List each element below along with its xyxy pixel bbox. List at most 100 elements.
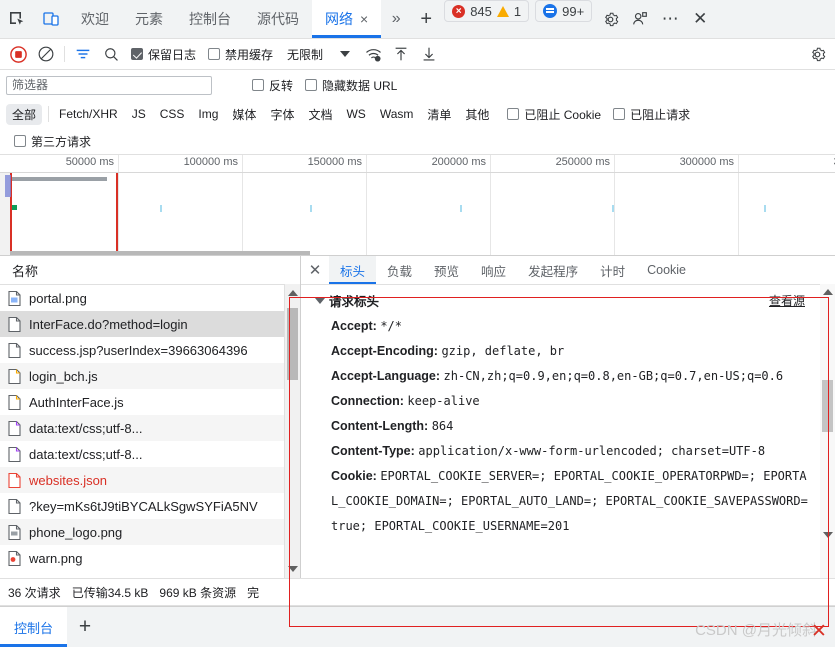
type-filter-img[interactable]: Img	[192, 105, 224, 123]
devtools-tabbar: 欢迎 元素 控制台 源代码 网络 × » + × 845 1 99+ ⋯ ✕	[0, 0, 835, 39]
tab-preview[interactable]: 预览	[423, 256, 470, 284]
type-filter-other[interactable]: 其他	[459, 104, 495, 125]
inspect-element-icon[interactable]	[0, 0, 34, 38]
table-row[interactable]: phone_logo.png	[0, 519, 300, 545]
request-name: InterFace.do?method=login	[29, 316, 188, 332]
tab-welcome[interactable]: 欢迎	[68, 0, 122, 38]
table-row[interactable]: ?key=mKs6tJ9tiBYCALkSgwSYFiA5NV	[0, 493, 300, 519]
request-list-scrollbar[interactable]	[284, 284, 300, 578]
network-overview[interactable]: 50000 ms 100000 ms 150000 ms 200000 ms 2…	[0, 155, 835, 256]
type-filter-media[interactable]: 媒体	[226, 104, 262, 125]
preserve-log-checkbox[interactable]: 保留日志	[125, 46, 202, 63]
tab-headers[interactable]: 标头	[329, 256, 377, 284]
error-icon: ×	[452, 4, 466, 18]
scroll-down-arrow-icon[interactable]	[288, 566, 298, 572]
detail-scrollbar[interactable]	[820, 284, 835, 578]
chevron-down-icon[interactable]	[315, 297, 325, 304]
drawer-tab-console[interactable]: 控制台	[0, 607, 68, 647]
filter-icon[interactable]	[69, 41, 97, 67]
scroll-up-arrow-icon[interactable]	[823, 289, 833, 295]
type-filter-ws[interactable]: WS	[340, 105, 371, 123]
chevron-down-icon[interactable]	[340, 51, 351, 57]
scroll-down-arrow-icon[interactable]	[823, 532, 833, 538]
type-filter-font[interactable]: 字体	[264, 104, 300, 125]
request-headers-section[interactable]: 请求标头 查看源	[315, 291, 809, 310]
customize-devtools-icon[interactable]	[625, 0, 655, 38]
header-key: Accept-Language:	[331, 369, 441, 383]
header-key: Accept-Encoding:	[331, 344, 438, 358]
device-toolbar-icon[interactable]	[34, 0, 68, 38]
filter-input[interactable]	[6, 75, 212, 95]
close-detail-icon[interactable]: ✕	[301, 256, 329, 284]
overview-scrollbar[interactable]	[10, 251, 310, 255]
more-tabs-button[interactable]: »	[381, 0, 411, 38]
blocked-cookies-checkbox[interactable]: 已阻止 Cookie	[497, 106, 607, 123]
finish-time: 完	[247, 585, 260, 600]
type-filter-fetch-xhr[interactable]: Fetch/XHR	[53, 105, 124, 123]
request-name: warn.png	[29, 550, 83, 566]
request-name: websites.json	[29, 472, 108, 488]
search-icon[interactable]	[97, 41, 125, 67]
tab-response[interactable]: 响应	[470, 256, 517, 284]
request-list[interactable]: portal.png InterFace.do?method=login suc…	[0, 285, 300, 578]
third-party-checkbox[interactable]: 第三方请求	[6, 133, 97, 150]
more-options-icon[interactable]: ⋯	[655, 0, 685, 38]
messages-badge[interactable]: 99+	[535, 0, 593, 22]
header-value: gzip, deflate, br	[441, 344, 565, 358]
disable-cache-checkbox[interactable]: 禁用缓存	[202, 46, 279, 63]
table-row[interactable]: data:text/css;utf-8...	[0, 415, 300, 441]
gear-icon[interactable]	[595, 0, 625, 38]
tab-initiator[interactable]: 发起程序	[517, 256, 589, 284]
type-filter-js[interactable]: JS	[126, 105, 152, 123]
tab-sources[interactable]: 源代码	[244, 0, 312, 38]
import-har-icon[interactable]	[387, 41, 415, 67]
network-settings-gear-icon[interactable]	[803, 41, 831, 67]
table-row[interactable]: InterFace.do?method=login	[0, 311, 300, 337]
table-row[interactable]: AuthInterFace.js	[0, 389, 300, 415]
wifi-settings-icon[interactable]	[359, 41, 387, 67]
script-file-icon	[6, 368, 23, 385]
table-row[interactable]: websites.json	[0, 467, 300, 493]
blocked-requests-checkbox[interactable]: 已阻止请求	[607, 106, 696, 123]
table-row[interactable]: portal.png	[0, 285, 300, 311]
request-name: phone_logo.png	[29, 524, 123, 540]
tab-console[interactable]: 控制台	[176, 0, 244, 38]
clear-network-log-icon[interactable]	[32, 41, 60, 67]
hide-data-urls-checkbox[interactable]: 隐藏数据 URL	[299, 77, 403, 94]
type-filter-manifest[interactable]: 清单	[421, 104, 457, 125]
tab-elements[interactable]: 元素	[122, 0, 176, 38]
drawer-add-tab-button[interactable]: +	[67, 607, 103, 647]
tab-timing[interactable]: 计时	[589, 256, 636, 284]
issues-badge[interactable]: × 845 1	[444, 0, 530, 22]
watermark-close-icon[interactable]: ✕	[809, 622, 829, 642]
headers-content: 请求标头 查看源 Accept: */* Accept-Encoding: gz…	[301, 285, 835, 578]
tab-cookies[interactable]: Cookie	[636, 256, 697, 284]
throttling-select[interactable]: 无限制	[279, 46, 331, 63]
table-row[interactable]: warn.png	[0, 545, 300, 571]
type-filter-css[interactable]: CSS	[154, 105, 191, 123]
new-tab-button[interactable]: +	[411, 0, 441, 38]
table-row[interactable]: data:text/css;utf-8...	[0, 441, 300, 467]
devtools-window: 欢迎 元素 控制台 源代码 网络 × » + × 845 1 99+ ⋯ ✕ 保…	[0, 0, 835, 670]
record-stop-icon[interactable]	[4, 41, 32, 67]
invert-checkbox[interactable]: 反转	[246, 77, 299, 94]
close-devtools-icon[interactable]: ✕	[685, 0, 715, 38]
request-name-column-header[interactable]: 名称	[0, 256, 300, 285]
export-har-icon[interactable]	[415, 41, 443, 67]
table-row[interactable]: login_bch.js	[0, 363, 300, 389]
table-row[interactable]: success.jsp?userIndex=39663064396	[0, 337, 300, 363]
tab-payload[interactable]: 负载	[376, 256, 423, 284]
style-file-icon	[6, 446, 23, 463]
type-filter-wasm[interactable]: Wasm	[374, 105, 420, 123]
scrollbar-thumb[interactable]	[822, 380, 833, 432]
tab-network-close-icon[interactable]: ×	[360, 12, 368, 26]
tab-network[interactable]: 网络 ×	[312, 0, 382, 38]
message-icon	[543, 4, 558, 18]
type-filter-doc[interactable]: 文档	[302, 104, 338, 125]
tab-welcome-label: 欢迎	[81, 11, 109, 27]
header-key: Content-Type:	[331, 444, 415, 458]
view-source-link[interactable]: 查看源	[769, 292, 809, 309]
type-filter-all[interactable]: 全部	[6, 103, 43, 125]
scroll-up-arrow-icon[interactable]	[288, 290, 298, 296]
scrollbar-thumb[interactable]	[287, 308, 298, 380]
